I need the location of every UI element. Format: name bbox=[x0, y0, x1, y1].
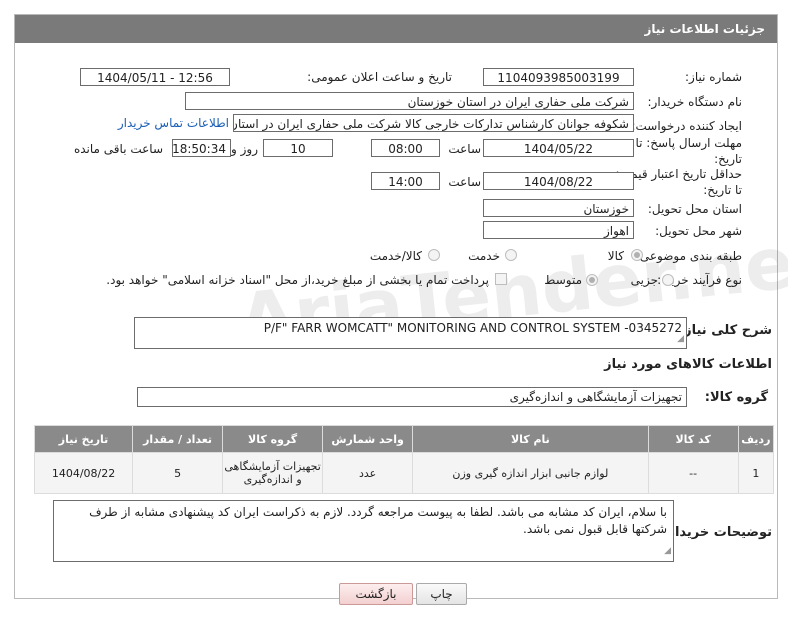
items-table-header: ردیف کد کالا نام کالا واحد شمارش گروه کا… bbox=[33, 425, 775, 453]
items-section-title: اطلاعات کالاهای مورد نیاز bbox=[604, 357, 772, 372]
summary-text: P/F" FARR WOMCATT" MONITORING AND CONTRO… bbox=[263, 321, 682, 335]
announce-label: تاریخ و ساعت اعلان عمومی: bbox=[307, 70, 452, 84]
province-label: استان محل تحویل: bbox=[647, 202, 742, 216]
buyer-notes-text: با سلام، ایران کد مشابه می باشد. لطفا به… bbox=[89, 505, 667, 536]
buyer-org-label: نام دستگاه خریدار: bbox=[647, 95, 743, 109]
cell-group: تجهیزات آزمایشگاهی و اندازه‌گیری bbox=[222, 452, 324, 494]
deadline-time-label: ساعت bbox=[448, 142, 481, 156]
price-validity-time-label: ساعت bbox=[448, 175, 481, 189]
category-service-radio[interactable] bbox=[505, 249, 517, 261]
process-small-label: جزیی bbox=[630, 273, 658, 287]
category-service-label: خدمت bbox=[468, 249, 500, 263]
summary-field[interactable]: P/F" FARR WOMCATT" MONITORING AND CONTRO… bbox=[134, 317, 687, 349]
creator-label: ایجاد کننده درخواست: bbox=[631, 119, 742, 133]
announce-field[interactable]: 1404/05/11 - 12:56 bbox=[80, 68, 230, 86]
category-label: طبقه بندی موضوعی: bbox=[635, 249, 742, 263]
panel-header: جزئیات اطلاعات نیاز bbox=[15, 15, 777, 43]
col-row: ردیف bbox=[737, 425, 775, 453]
category-both-radio[interactable] bbox=[428, 249, 440, 261]
deadline-time-field[interactable]: 08:00 bbox=[371, 139, 440, 157]
resize-grip-icon[interactable]: ◢ bbox=[664, 543, 671, 560]
cell-unit: عدد bbox=[322, 452, 414, 494]
items-table: ردیف کد کالا نام کالا واحد شمارش گروه کا… bbox=[33, 425, 775, 494]
category-goods-label: کالا bbox=[607, 249, 624, 263]
days-field[interactable]: 10 bbox=[263, 139, 333, 157]
buyer-notes-label: توضیحات خریدار: bbox=[662, 525, 772, 540]
city-label: شهر محل تحویل: bbox=[655, 224, 742, 238]
process-small-radio[interactable] bbox=[662, 274, 674, 286]
category-both-label: کالا/خدمت bbox=[369, 249, 422, 263]
col-unit: واحد شمارش bbox=[322, 425, 414, 453]
price-validity-time-field[interactable]: 14:00 bbox=[371, 172, 440, 190]
col-group: گروه کالا bbox=[222, 425, 324, 453]
buyer-notes-field[interactable]: با سلام، ایران کد مشابه می باشد. لطفا به… bbox=[53, 500, 674, 562]
deadline-date-field[interactable]: 1404/05/22 bbox=[483, 139, 634, 157]
col-qty: تعداد / مقدار bbox=[132, 425, 224, 453]
print-button[interactable]: چاپ bbox=[416, 583, 467, 605]
cell-row: 1 bbox=[737, 452, 775, 494]
process-medium-radio[interactable] bbox=[586, 274, 598, 286]
payment-checkbox[interactable] bbox=[495, 273, 507, 285]
item-group-label: گروه کالا: bbox=[704, 390, 768, 405]
payment-note: پرداخت تمام یا بخشی از مبلغ خرید،از محل … bbox=[106, 273, 489, 287]
item-group-field[interactable]: تجهیزات آزمایشگاهی و اندازه‌گیری bbox=[137, 387, 687, 407]
col-date: تاریخ نیاز bbox=[33, 425, 134, 453]
cell-date: 1404/08/22 bbox=[33, 452, 134, 494]
province-field[interactable]: خوزستان bbox=[483, 199, 634, 217]
cell-code: -- bbox=[647, 452, 739, 494]
process-medium-label: متوسط bbox=[544, 273, 582, 287]
page-title: جزئیات اطلاعات نیاز bbox=[644, 22, 765, 36]
need-number-field[interactable]: 1104093985003199 bbox=[483, 68, 634, 86]
back-button[interactable]: بازگشت bbox=[339, 583, 413, 605]
cell-name: لوازم جانبی ابزار اندازه گیری وزن bbox=[412, 452, 649, 494]
buyer-org-field[interactable]: شرکت ملی حفاری ایران در استان خوزستان bbox=[185, 92, 634, 110]
col-code: کد کالا bbox=[647, 425, 739, 453]
deadline-label: مهلت ارسال پاسخ: تا bbox=[635, 136, 742, 150]
creator-field[interactable]: شکوفه جوانان کارشناس تدارکات خارجی کالا … bbox=[233, 114, 634, 132]
col-name: نام کالا bbox=[412, 425, 649, 453]
cell-qty: 5 bbox=[132, 452, 224, 494]
remaining-time-field[interactable]: 18:50:34 bbox=[172, 139, 231, 157]
days-label: روز و bbox=[231, 142, 258, 156]
price-validity-label: حداقل تاریخ اعتبار قیمت: bbox=[615, 167, 742, 181]
deadline-label-2: تاریخ: bbox=[714, 152, 742, 166]
buyer-contact-link[interactable]: اطلاعات تماس خریدار bbox=[118, 116, 229, 130]
remaining-label: ساعت باقی مانده bbox=[73, 142, 163, 156]
table-row[interactable]: 1 -- لوازم جانبی ابزار اندازه گیری وزن ع… bbox=[33, 452, 775, 494]
summary-label: شرح کلی نیاز: bbox=[678, 323, 772, 338]
city-field[interactable]: اهواز bbox=[483, 221, 634, 239]
need-number-label: شماره نیاز: bbox=[685, 70, 742, 84]
category-goods-radio[interactable] bbox=[631, 249, 643, 261]
price-validity-date-field[interactable]: 1404/08/22 bbox=[483, 172, 634, 190]
resize-grip-icon[interactable]: ◢ bbox=[677, 331, 684, 347]
price-validity-label-2: تا تاریخ: bbox=[703, 183, 742, 197]
